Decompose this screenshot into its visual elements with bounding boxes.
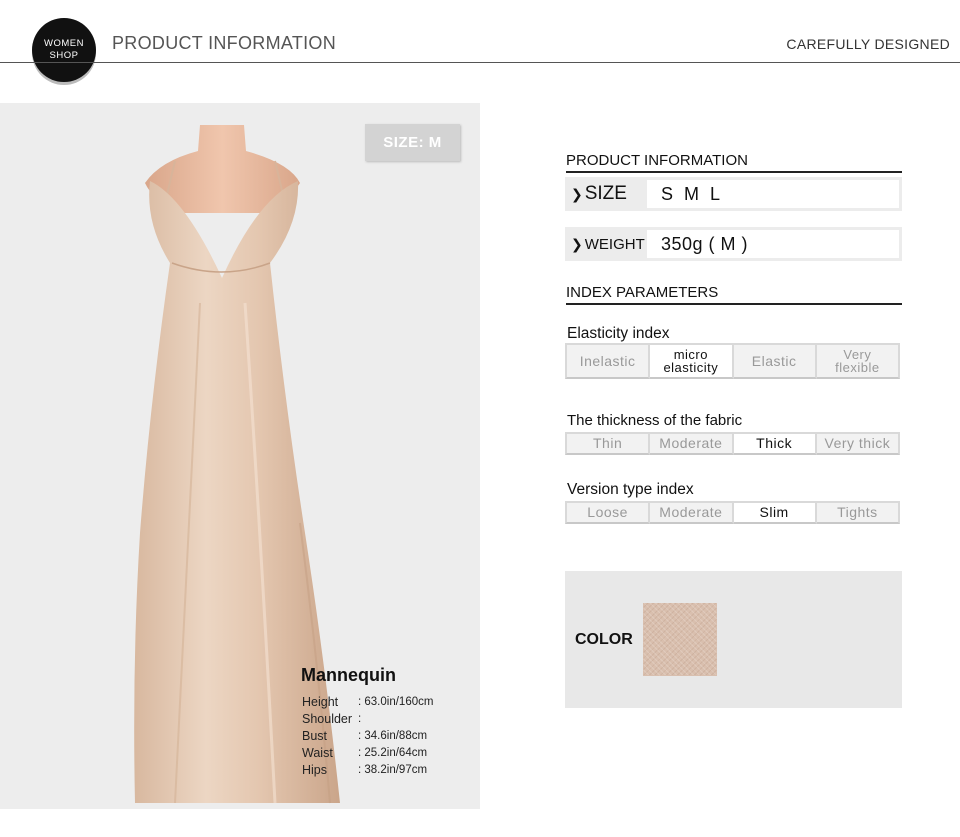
elasticity-option: Very flexible: [816, 343, 900, 379]
thickness-scale: Thin Moderate Thick Very thick: [565, 432, 900, 455]
thickness-label: The thickness of the fabric: [567, 412, 743, 429]
mannequin-value: :: [358, 713, 362, 725]
mannequin-row-hips: Hips : 38.2in/97cm: [298, 762, 480, 779]
header-title: PRODUCT INFORMATION: [112, 33, 337, 53]
mannequin-label: Bust: [302, 729, 328, 743]
logo-line2: SHOP: [49, 50, 79, 61]
elasticity-scale: Inelastic micro elasticity Elastic Very …: [565, 343, 900, 379]
thickness-option-selected: Thick: [733, 432, 817, 455]
mannequin-value: : 25.2in/64cm: [358, 747, 428, 759]
mannequin-info: Mannequin Height : 63.0in/160cm Shoulder…: [298, 665, 480, 779]
size-value: S M L: [647, 180, 899, 208]
elasticity-label: Elasticity index: [567, 325, 670, 342]
mannequin-value: : 63.0in/160cm: [358, 696, 434, 708]
mannequin-row-shoulder: Shoulder :: [298, 711, 480, 728]
product-info-title: PRODUCT INFORMATION: [566, 152, 902, 173]
size-label: SIZE: [584, 183, 627, 204]
mannequin-row-bust: Bust : 34.6in/88cm: [298, 728, 480, 745]
thickness-option: Moderate: [650, 432, 734, 455]
option-line1: Inelastic: [579, 352, 636, 369]
weight-row: ❯ WEIGHT 350g ( M ): [565, 227, 902, 261]
version-option-selected: Slim: [733, 501, 817, 524]
color-label: COLOR: [575, 631, 633, 648]
weight-value: 350g ( M ): [647, 230, 899, 258]
mannequin-row-waist: Waist : 25.2in/64cm: [298, 745, 480, 762]
option-line2: elasticity: [663, 360, 719, 375]
elasticity-option: Elastic: [733, 343, 817, 379]
option-line1: Elastic: [751, 352, 797, 369]
size-label-wrap: ❯ SIZE: [571, 177, 627, 211]
thickness-option: Very thick: [816, 432, 900, 455]
chevron-right-icon: ❯: [571, 236, 583, 252]
version-scale: Loose Moderate Slim Tights: [565, 501, 900, 524]
elasticity-option-selected: micro elasticity: [650, 343, 734, 379]
option-line2: flexible: [835, 360, 880, 375]
thickness-option: Thin: [565, 432, 651, 455]
version-option: Loose: [565, 501, 651, 524]
shop-logo: WOMEN SHOP: [32, 18, 96, 82]
mannequin-label: Hips: [302, 763, 328, 777]
mannequin-label: Shoulder: [302, 712, 353, 726]
mannequin-label: Waist: [302, 746, 333, 760]
mannequin-value: : 34.6in/88cm: [358, 730, 428, 742]
size-badge: SIZE: M: [365, 124, 460, 161]
mannequin-row-height: Height : 63.0in/160cm: [298, 694, 480, 711]
version-option: Moderate: [650, 501, 734, 524]
chevron-right-icon: ❯: [571, 186, 583, 202]
mannequin-value: : 38.2in/97cm: [358, 764, 428, 776]
version-option: Tights: [816, 501, 900, 524]
elasticity-option: Inelastic: [565, 343, 651, 379]
mannequin-title: Mannequin: [301, 665, 396, 685]
header-divider: [0, 62, 960, 63]
weight-label-wrap: ❯ WEIGHT: [571, 227, 645, 261]
weight-label: WEIGHT: [584, 236, 645, 253]
version-label: Version type index: [567, 481, 694, 498]
index-params-title: INDEX PARAMETERS: [566, 284, 902, 305]
logo-line1: WOMEN: [44, 38, 84, 49]
mannequin-label: Height: [302, 695, 339, 709]
color-swatch: [643, 603, 717, 676]
product-photo: SIZE: M Mannequin Height : 63.0in/160cm …: [0, 103, 480, 809]
header-tagline: CAREFULLY DESIGNED: [786, 36, 950, 52]
size-row: ❯ SIZE S M L: [565, 177, 902, 211]
color-panel: COLOR: [565, 571, 902, 708]
